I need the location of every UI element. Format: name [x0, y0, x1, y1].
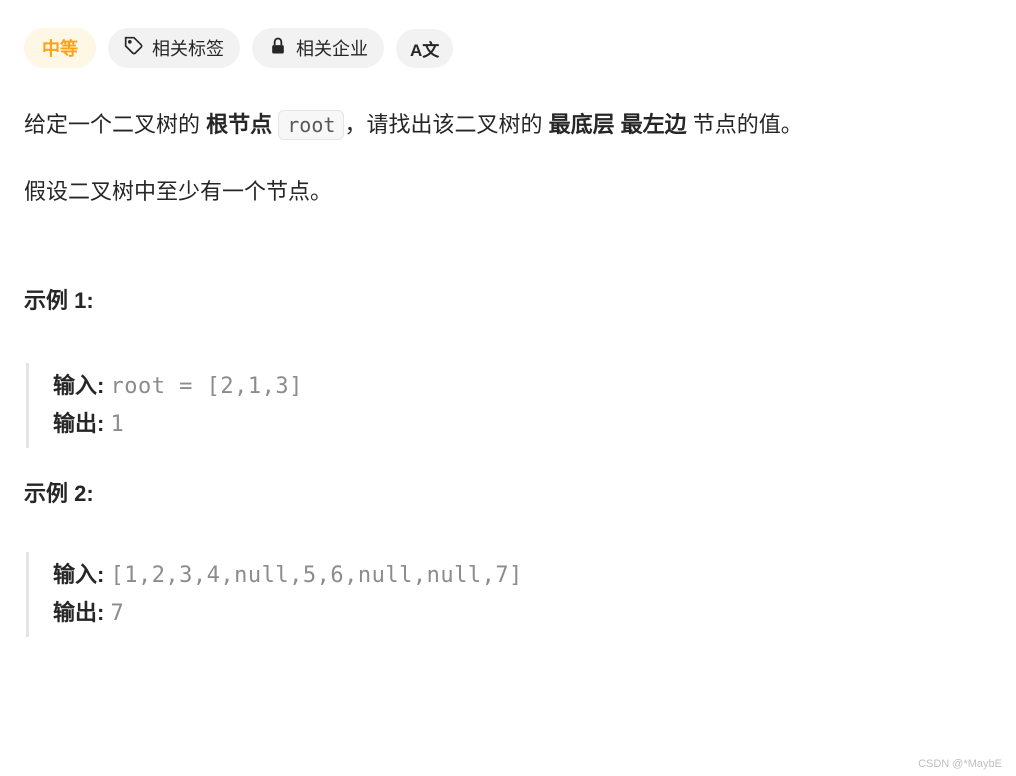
description-line-1: 给定一个二叉树的 根节点 root，请找出该二叉树的 最底层 最左边 节点的值。	[24, 106, 992, 145]
companies-label: 相关企业	[296, 35, 368, 61]
example-1-output-line: 输出: 1	[53, 405, 992, 443]
example-2-output-line: 输出: 7	[53, 594, 992, 632]
text-fragment: 给定一个二叉树的	[24, 112, 206, 137]
bold-text: 根节点	[206, 112, 272, 137]
input-label: 输入:	[53, 373, 110, 398]
output-value: 1	[110, 412, 124, 437]
companies-pill[interactable]: 相关企业	[252, 28, 384, 68]
description-line-2: 假设二叉树中至少有一个节点。	[24, 173, 992, 212]
output-label: 输出:	[53, 600, 110, 625]
watermark: CSDN @*MaybE	[918, 758, 1002, 770]
input-label: 输入:	[53, 562, 110, 587]
example-1-input-line: 输入: root = [2,1,3]	[53, 367, 992, 405]
input-value: root = [2,1,3]	[110, 374, 302, 399]
problem-description: 给定一个二叉树的 根节点 root，请找出该二叉树的 最底层 最左边 节点的值。…	[24, 106, 992, 211]
tags-label: 相关标签	[152, 35, 224, 61]
example-1-block: 输入: root = [2,1,3] 输出: 1	[26, 363, 992, 448]
bold-text: 最底层 最左边	[549, 112, 693, 137]
inline-code: root	[278, 110, 344, 140]
output-value: 7	[110, 601, 124, 626]
difficulty-pill[interactable]: 中等	[24, 28, 96, 68]
example-2-title: 示例 2:	[24, 476, 992, 508]
example-2-block: 输入: [1,2,3,4,null,5,6,null,null,7] 输出: 7	[26, 552, 992, 637]
translate-pill[interactable]: A文	[396, 29, 453, 68]
input-value: [1,2,3,4,null,5,6,null,null,7]	[110, 563, 522, 588]
text-fragment: ，请找出该二叉树的	[344, 112, 548, 137]
lock-icon	[268, 36, 288, 61]
pill-row: 中等 相关标签 相关企业 A文	[24, 28, 992, 68]
tags-pill[interactable]: 相关标签	[108, 28, 240, 68]
example-2-input-line: 输入: [1,2,3,4,null,5,6,null,null,7]	[53, 556, 992, 594]
output-label: 输出:	[53, 411, 110, 436]
difficulty-label: 中等	[42, 35, 78, 61]
translate-icon: A文	[410, 36, 439, 61]
text-fragment: 节点的值。	[693, 112, 803, 137]
example-1-title: 示例 1:	[24, 283, 992, 315]
tag-icon	[124, 36, 144, 61]
